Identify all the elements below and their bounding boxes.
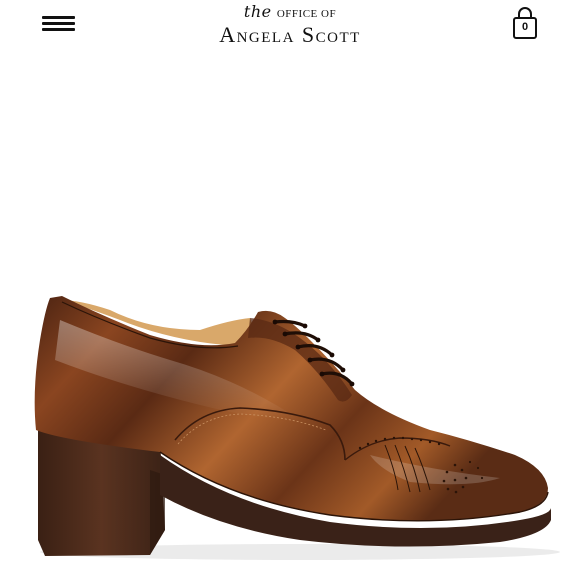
logo-subtitle: OFFICE OF (276, 8, 337, 20)
menu-line (42, 28, 75, 31)
cart-count-badge: 0 (521, 21, 529, 33)
site-header: the OFFICE OF Angela Scott 0 (0, 0, 580, 60)
logo-top-line: the OFFICE OF (190, 2, 390, 21)
shoe-illustration (34, 296, 560, 560)
menu-line (42, 22, 75, 25)
product-image[interactable] (0, 60, 580, 580)
brand-logo[interactable]: the OFFICE OF Angela Scott (190, 0, 390, 52)
hamburger-menu-button[interactable] (40, 12, 78, 36)
logo-brand-name: Angela Scott (219, 22, 361, 47)
menu-line (42, 16, 75, 19)
product-page: the OFFICE OF Angela Scott 0 (0, 0, 580, 580)
shopping-bag-button[interactable]: 0 (509, 6, 541, 40)
logo-prefix: the (243, 2, 272, 21)
